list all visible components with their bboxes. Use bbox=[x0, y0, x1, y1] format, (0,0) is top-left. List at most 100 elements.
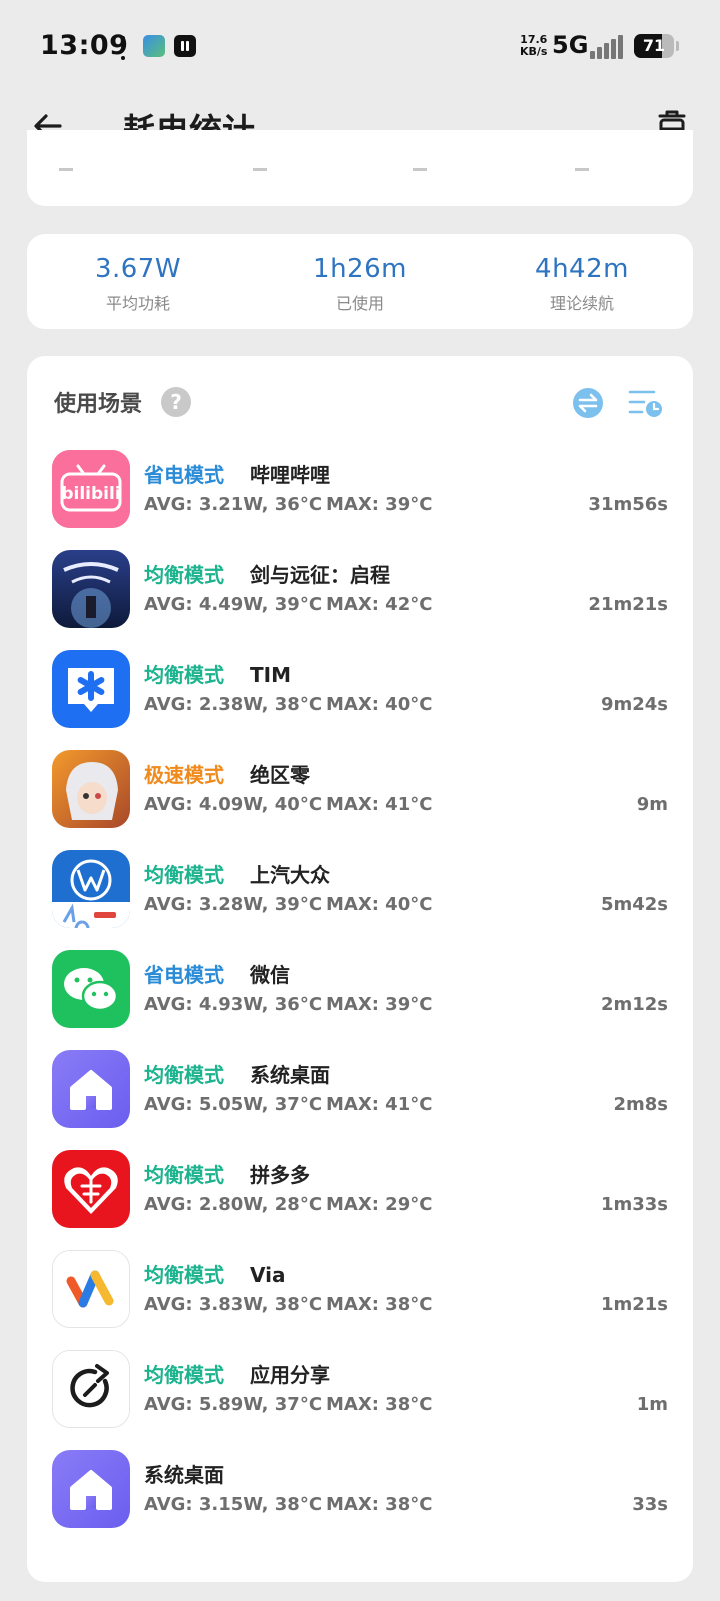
avg-stats: AVG: 3.83W, 38°C bbox=[144, 1294, 323, 1315]
app-name: 剑与远征：启程 bbox=[250, 563, 390, 587]
usage-duration: 31m56s bbox=[588, 494, 668, 515]
battery-icon: 71 bbox=[634, 34, 674, 58]
app-mode: 省电模式 bbox=[144, 463, 224, 487]
time-filter-button[interactable] bbox=[627, 387, 665, 419]
usage-duration: 1m21s bbox=[600, 1294, 668, 1315]
network-type: 5G bbox=[552, 31, 589, 59]
app-row[interactable]: bilibili 省电模式 哔哩哔哩 AVG: 3.21W, 36°C MAX: 3… bbox=[52, 450, 668, 530]
max-stats: MAX: 42°C bbox=[326, 594, 433, 615]
avg-stats: AVG: 2.80W, 28°C bbox=[144, 1194, 323, 1215]
battery-cap bbox=[676, 41, 679, 51]
tim-icon bbox=[52, 650, 130, 728]
max-stats: MAX: 38°C bbox=[326, 1394, 433, 1415]
app-name: 绝区零 bbox=[250, 763, 310, 787]
bilibili-icon: bilibili bbox=[52, 450, 130, 528]
app-row[interactable]: 系统桌面 AVG: 3.15W, 38°C MAX: 38°C 33s bbox=[52, 1450, 668, 1530]
app-row[interactable]: 均衡模式 应用分享 AVG: 5.89W, 37°C MAX: 38°C 1m bbox=[52, 1350, 668, 1430]
sort-swap-icon bbox=[573, 388, 603, 418]
app-name: 上汽大众 bbox=[250, 863, 330, 887]
app-name: 拼多多 bbox=[250, 1163, 310, 1187]
app-share-icon bbox=[52, 1350, 130, 1428]
app-mode: 省电模式 bbox=[144, 963, 224, 987]
app-row[interactable]: 均衡模式 剑与远征：启程 AVG: 4.49W, 39°C MAX: 42°C 21… bbox=[52, 550, 668, 630]
usage-duration: 33s bbox=[632, 1494, 668, 1515]
app-name: 系统桌面 bbox=[144, 1463, 224, 1487]
max-stats: MAX: 41°C bbox=[326, 1094, 433, 1115]
usage-scenes-card: 使用场景 ? bilibili 省电模式 哔哩哔哩 AVG: 3.21W, 36… bbox=[27, 356, 693, 1582]
zenless-zone-zero-icon bbox=[52, 750, 130, 828]
max-stats: MAX: 39°C bbox=[326, 994, 433, 1015]
avg-stats: AVG: 3.15W, 38°C bbox=[144, 1494, 323, 1515]
pause-icon bbox=[174, 35, 196, 57]
max-stats: MAX: 39°C bbox=[326, 494, 433, 515]
status-time: 13:09 bbox=[40, 30, 129, 61]
app-mode: 均衡模式 bbox=[144, 1163, 224, 1187]
app-name: Via bbox=[250, 1263, 286, 1287]
max-stats: MAX: 29°C bbox=[326, 1194, 433, 1215]
stat-average-power: 3.67W 平均功耗 bbox=[94, 254, 182, 313]
app-name: 系统桌面 bbox=[250, 1063, 330, 1087]
max-stats: MAX: 40°C bbox=[326, 894, 433, 915]
stat-used-time: 1h26m 已使用 bbox=[313, 254, 407, 313]
app-mode: 极速模式 bbox=[144, 763, 224, 787]
afk-journey-icon bbox=[52, 550, 130, 628]
app-row[interactable]: 均衡模式 系统桌面 AVG: 5.05W, 37°C MAX: 41°C 2m8s bbox=[52, 1050, 668, 1130]
pinduoduo-icon bbox=[52, 1150, 130, 1228]
more-dots-icon bbox=[121, 36, 127, 60]
status-bar: 13:09 17.6 KB/s 5G 71 bbox=[0, 0, 720, 90]
sort-button[interactable] bbox=[572, 387, 604, 419]
app-mode: 均衡模式 bbox=[144, 1063, 224, 1087]
app-mode: 均衡模式 bbox=[144, 563, 224, 587]
app-name: TIM bbox=[250, 663, 291, 687]
svg-text:bilibili: bilibili bbox=[61, 484, 120, 504]
avg-stats: AVG: 4.49W, 39°C bbox=[144, 594, 323, 615]
avg-stats: AVG: 3.28W, 39°C bbox=[144, 894, 323, 915]
volkswagen-icon bbox=[52, 850, 130, 928]
usage-duration: 9m24s bbox=[600, 694, 668, 715]
app-row[interactable]: 均衡模式 TIM AVG: 2.38W, 38°C MAX: 40°C 9m24s bbox=[52, 650, 668, 730]
app-name: 应用分享 bbox=[250, 1363, 330, 1387]
list-clock-icon bbox=[628, 390, 662, 417]
max-stats: MAX: 38°C bbox=[326, 1294, 433, 1315]
network-speed: 17.6 KB/s bbox=[520, 33, 548, 58]
usage-duration: 9m bbox=[636, 794, 668, 815]
avg-stats: AVG: 5.05W, 37°C bbox=[144, 1094, 323, 1115]
app-name: 微信 bbox=[250, 963, 290, 987]
avg-stats: AVG: 4.09W, 40°C bbox=[144, 794, 323, 815]
usage-duration: 1m33s bbox=[600, 1194, 668, 1215]
signal-icon bbox=[590, 33, 624, 59]
max-stats: MAX: 40°C bbox=[326, 694, 433, 715]
app-mode: 均衡模式 bbox=[144, 1263, 224, 1287]
battery-level: 71 bbox=[642, 36, 666, 55]
usage-duration: 2m12s bbox=[600, 994, 668, 1015]
help-icon[interactable]: ? bbox=[161, 387, 191, 417]
app-mode: 均衡模式 bbox=[144, 663, 224, 687]
avg-stats: AVG: 3.21W, 36°C bbox=[144, 494, 323, 515]
avg-stats: AVG: 2.38W, 38°C bbox=[144, 694, 323, 715]
app-row[interactable]: 均衡模式 上汽大众 AVG: 3.28W, 39°C MAX: 40°C 5m42s bbox=[52, 850, 668, 930]
via-browser-icon bbox=[52, 1250, 130, 1328]
stat-estimated-endurance: 4h42m 理论续航 bbox=[535, 254, 629, 313]
app-row[interactable]: 均衡模式 拼多多 AVG: 2.80W, 28°C MAX: 29°C 1m33s bbox=[52, 1150, 668, 1230]
usage-duration: 1m bbox=[636, 1394, 668, 1415]
app-mode: 均衡模式 bbox=[144, 1363, 224, 1387]
summary-card: 3.67W 平均功耗 1h26m 已使用 4h42m 理论续航 bbox=[27, 234, 693, 329]
section-title: 使用场景 bbox=[54, 392, 143, 417]
usage-duration: 5m42s bbox=[600, 894, 668, 915]
app-row[interactable]: 省电模式 微信 AVG: 4.93W, 36°C MAX: 39°C 2m12s bbox=[52, 950, 668, 1030]
app-row[interactable]: 极速模式 绝区零 AVG: 4.09W, 40°C MAX: 41°C 9m bbox=[52, 750, 668, 830]
max-stats: MAX: 38°C bbox=[326, 1494, 433, 1515]
wechat-icon bbox=[52, 950, 130, 1028]
scrolled-card bbox=[27, 130, 693, 206]
max-stats: MAX: 41°C bbox=[326, 794, 433, 815]
notification-app-icon bbox=[143, 35, 165, 57]
app-name: 哔哩哔哩 bbox=[250, 463, 330, 487]
avg-stats: AVG: 5.89W, 37°C bbox=[144, 1394, 323, 1415]
avg-stats: AVG: 4.93W, 36°C bbox=[144, 994, 323, 1015]
usage-duration: 21m21s bbox=[588, 594, 668, 615]
usage-duration: 2m8s bbox=[613, 1094, 668, 1115]
launcher-home-icon bbox=[52, 1050, 130, 1128]
launcher-home-icon bbox=[52, 1450, 130, 1528]
app-row[interactable]: 均衡模式 Via AVG: 3.83W, 38°C MAX: 38°C 1m21s bbox=[52, 1250, 668, 1330]
app-mode: 均衡模式 bbox=[144, 863, 224, 887]
